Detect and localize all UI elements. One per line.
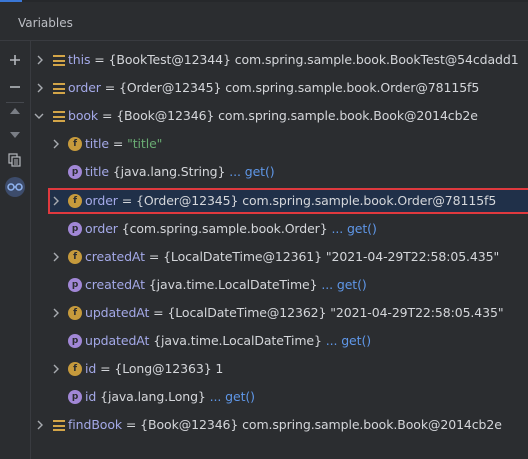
copy-icon[interactable] xyxy=(5,150,25,170)
field-badge-icon: f xyxy=(68,362,82,376)
variable-value: {Book@12346} com.spring.sample.book.Book… xyxy=(116,108,478,123)
variable-separator: = xyxy=(117,193,136,208)
variable-name: this xyxy=(68,52,91,67)
variable-separator: = xyxy=(122,417,141,432)
tree-row-createdAt-property[interactable]: p createdAt {java.time.LocalDateTime} ..… xyxy=(31,272,528,298)
object-icon xyxy=(53,55,65,66)
property-name: title xyxy=(85,164,109,179)
variable-name: createdAt xyxy=(85,249,145,264)
chevron-right-icon[interactable] xyxy=(51,196,61,206)
variable-value: {BookTest@12344} com.spring.sample.book.… xyxy=(108,52,519,67)
variable-value: {Book@12346} com.spring.sample.book.Book… xyxy=(140,417,502,432)
variable-separator: = xyxy=(96,361,115,376)
minus-icon[interactable] xyxy=(5,77,25,97)
tree-row-updatedAt[interactable]: f updatedAt = {LocalDateTime@12362} "202… xyxy=(31,300,528,326)
variable-name: book xyxy=(68,108,99,123)
get-link[interactable]: ... get() xyxy=(331,221,376,236)
property-badge-icon: p xyxy=(68,390,82,404)
variable-value: {Long@12363} 1 xyxy=(114,361,224,376)
property-type: {com.spring.sample.book.Order} xyxy=(121,221,328,236)
chevron-down-icon[interactable] xyxy=(34,111,44,121)
variable-value: {Order@12345} com.spring.sample.book.Ord… xyxy=(118,80,480,95)
object-icon xyxy=(53,83,65,94)
tree-row-book-order[interactable]: f order = {Order@12345} com.spring.sampl… xyxy=(31,188,528,214)
plus-icon[interactable] xyxy=(5,50,25,70)
variable-name: updatedAt xyxy=(85,305,150,320)
variable-value: {Order@12345} com.spring.sample.book.Ord… xyxy=(135,193,497,208)
tree-row-title-property[interactable]: p title {java.lang.String} ... get() xyxy=(31,159,528,185)
get-link[interactable]: ... get() xyxy=(326,333,371,348)
tree-row-id[interactable]: f id = {Long@12363} 1 xyxy=(31,356,528,382)
chevron-right-icon[interactable] xyxy=(35,83,45,93)
tree-row-title[interactable]: f title = "title" xyxy=(31,131,528,157)
object-icon xyxy=(53,420,65,431)
tree-row-order[interactable]: order = {Order@12345} com.spring.sample.… xyxy=(31,75,528,101)
variables-tree: this = {BookTest@12344} com.spring.sampl… xyxy=(31,41,528,459)
property-name: id xyxy=(85,389,97,404)
variable-value: {LocalDateTime@12362} "2021-04-29T22:58:… xyxy=(167,305,504,320)
chevron-right-icon[interactable] xyxy=(35,55,45,65)
property-badge-icon: p xyxy=(68,278,82,292)
chevron-right-icon[interactable] xyxy=(51,252,61,262)
tree-row-book[interactable]: book = {Book@12346} com.spring.sample.bo… xyxy=(31,103,528,129)
field-badge-icon: f xyxy=(68,194,82,208)
property-name: updatedAt xyxy=(85,333,150,348)
object-icon xyxy=(53,111,65,122)
variable-name: id xyxy=(85,361,97,376)
variable-separator: = xyxy=(149,305,168,320)
tree-row-updatedAt-property[interactable]: p updatedAt {java.time.LocalDateTime} ..… xyxy=(31,328,528,354)
chevron-right-icon[interactable] xyxy=(51,364,61,374)
chevron-right-icon[interactable] xyxy=(51,139,61,149)
get-link[interactable]: ... get() xyxy=(229,164,274,179)
variable-separator: = xyxy=(98,108,117,123)
property-type: {java.lang.String} xyxy=(112,164,226,179)
tree-row-findBook[interactable]: findBook = {Book@12346} com.spring.sampl… xyxy=(31,412,528,438)
variable-value: {LocalDateTime@12361} "2021-04-29T22:58:… xyxy=(163,249,500,264)
variable-separator: = xyxy=(90,52,109,67)
property-type: {java.time.LocalDateTime} xyxy=(148,277,318,292)
tree-row-this[interactable]: this = {BookTest@12344} com.spring.sampl… xyxy=(31,47,528,73)
property-badge-icon: p xyxy=(68,334,82,348)
variable-name: title xyxy=(85,136,109,151)
tree-row-createdAt[interactable]: f createdAt = {LocalDateTime@12361} "202… xyxy=(31,244,528,270)
get-link[interactable]: ... get() xyxy=(210,389,255,404)
tree-row-order-property[interactable]: p order {com.spring.sample.book.Order} .… xyxy=(31,216,528,242)
field-badge-icon: f xyxy=(68,137,82,151)
property-name: createdAt xyxy=(85,277,145,292)
tree-row-id-property[interactable]: p id {java.lang.Long} ... get() xyxy=(31,384,528,410)
property-badge-icon: p xyxy=(68,222,82,236)
variable-separator: = xyxy=(144,249,164,264)
chevron-right-icon[interactable] xyxy=(51,308,61,318)
variable-name: order xyxy=(85,193,118,208)
variable-separator: = xyxy=(100,80,119,95)
arrow-down-icon[interactable] xyxy=(5,125,25,145)
field-badge-icon: f xyxy=(68,250,82,264)
variable-value: "title" xyxy=(127,136,163,151)
variable-name: findBook xyxy=(68,417,123,432)
variable-name: order xyxy=(68,80,101,95)
property-name: order xyxy=(85,221,118,236)
property-type: {java.lang.Long} xyxy=(100,389,206,404)
panel-title: Variables xyxy=(18,16,73,30)
chevron-right-icon[interactable] xyxy=(35,420,45,430)
watch-glasses-icon[interactable] xyxy=(5,177,25,197)
get-link[interactable]: ... get() xyxy=(321,277,366,292)
property-type: {java.time.LocalDateTime} xyxy=(153,333,322,348)
arrow-up-icon[interactable] xyxy=(5,101,25,121)
field-badge-icon: f xyxy=(68,306,82,320)
panel-header: Variables xyxy=(0,2,528,41)
debugger-toolbar xyxy=(0,41,31,459)
property-badge-icon: p xyxy=(68,165,82,179)
variable-separator: = xyxy=(108,136,128,151)
